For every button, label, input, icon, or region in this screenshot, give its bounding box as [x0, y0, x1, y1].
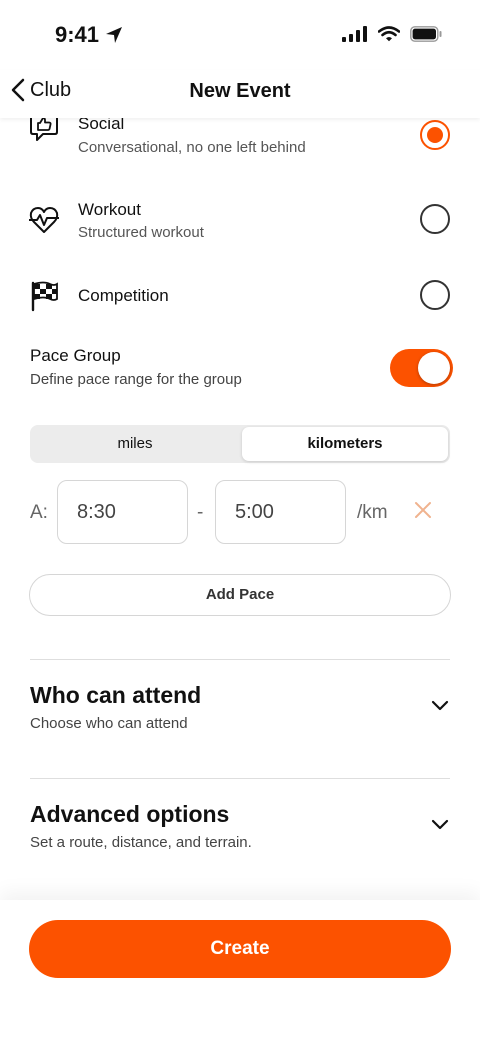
section-subtitle: Set a route, distance, and terrain.	[30, 834, 252, 851]
pace-unit: /km	[357, 502, 388, 523]
event-form[interactable]: Social Conversational, no one left behin…	[0, 118, 480, 900]
event-type-competition[interactable]: Competition	[0, 266, 480, 326]
unit-miles-tab[interactable]: miles	[32, 427, 238, 461]
location-arrow-icon	[106, 27, 123, 43]
remove-pace-button[interactable]	[414, 498, 432, 526]
social-radio[interactable]	[420, 120, 450, 150]
close-icon	[415, 502, 431, 518]
add-pace-button[interactable]: Add Pace	[29, 574, 451, 616]
thumbs-up-bubble-icon	[30, 118, 58, 141]
create-button[interactable]: Create	[29, 920, 451, 978]
pace-group-title: Pace Group	[30, 346, 121, 365]
chevron-down-icon	[431, 700, 449, 711]
event-type-title: Competition	[78, 286, 169, 305]
cellular-signal-icon	[342, 26, 367, 42]
pace-group-subtitle: Define pace range for the group	[30, 371, 242, 388]
bottom-action-bar: Create	[0, 900, 480, 1040]
event-type-subtitle: Structured workout	[78, 224, 204, 241]
section-title: Advanced options	[30, 801, 230, 827]
advanced-options-section[interactable]: Advanced options Set a route, distance, …	[0, 779, 480, 859]
chevron-down-icon	[431, 819, 449, 830]
nav-bar: Club New Event	[0, 70, 480, 118]
unit-segmented-control: miles kilometers	[30, 425, 450, 463]
event-type-title: Workout	[78, 200, 141, 219]
event-type-workout[interactable]: Workout Structured workout	[0, 190, 480, 250]
pace-from-input[interactable]: 8:30	[57, 480, 188, 544]
status-icons	[342, 26, 442, 42]
competition-radio[interactable]	[420, 280, 450, 310]
workout-radio[interactable]	[420, 204, 450, 234]
pace-row-label: A:	[30, 502, 48, 523]
section-subtitle: Choose who can attend	[30, 715, 188, 732]
unit-kilometers-tab[interactable]: kilometers	[242, 427, 448, 461]
who-can-attend-section[interactable]: Who can attend Choose who can attend	[0, 660, 480, 740]
status-time-text: 9:41	[55, 22, 100, 47]
wifi-icon	[378, 26, 400, 42]
page-title: New Event	[189, 80, 291, 102]
event-type-social[interactable]: Social Conversational, no one left behin…	[0, 118, 480, 168]
heartbeat-icon	[29, 207, 59, 233]
status-bar: 9:41	[0, 0, 480, 70]
event-type-title: Social	[78, 118, 125, 133]
section-title: Who can attend	[30, 682, 202, 708]
pace-range-separator: -	[197, 502, 204, 523]
status-time: 9:41	[55, 22, 123, 48]
event-type-subtitle: Conversational, no one left behind	[78, 139, 306, 156]
checkered-flag-icon	[31, 281, 58, 312]
toggle-knob	[418, 352, 450, 384]
pace-to-input[interactable]: 5:00	[215, 480, 346, 544]
pace-group-toggle[interactable]	[390, 349, 453, 387]
battery-icon	[410, 26, 442, 42]
